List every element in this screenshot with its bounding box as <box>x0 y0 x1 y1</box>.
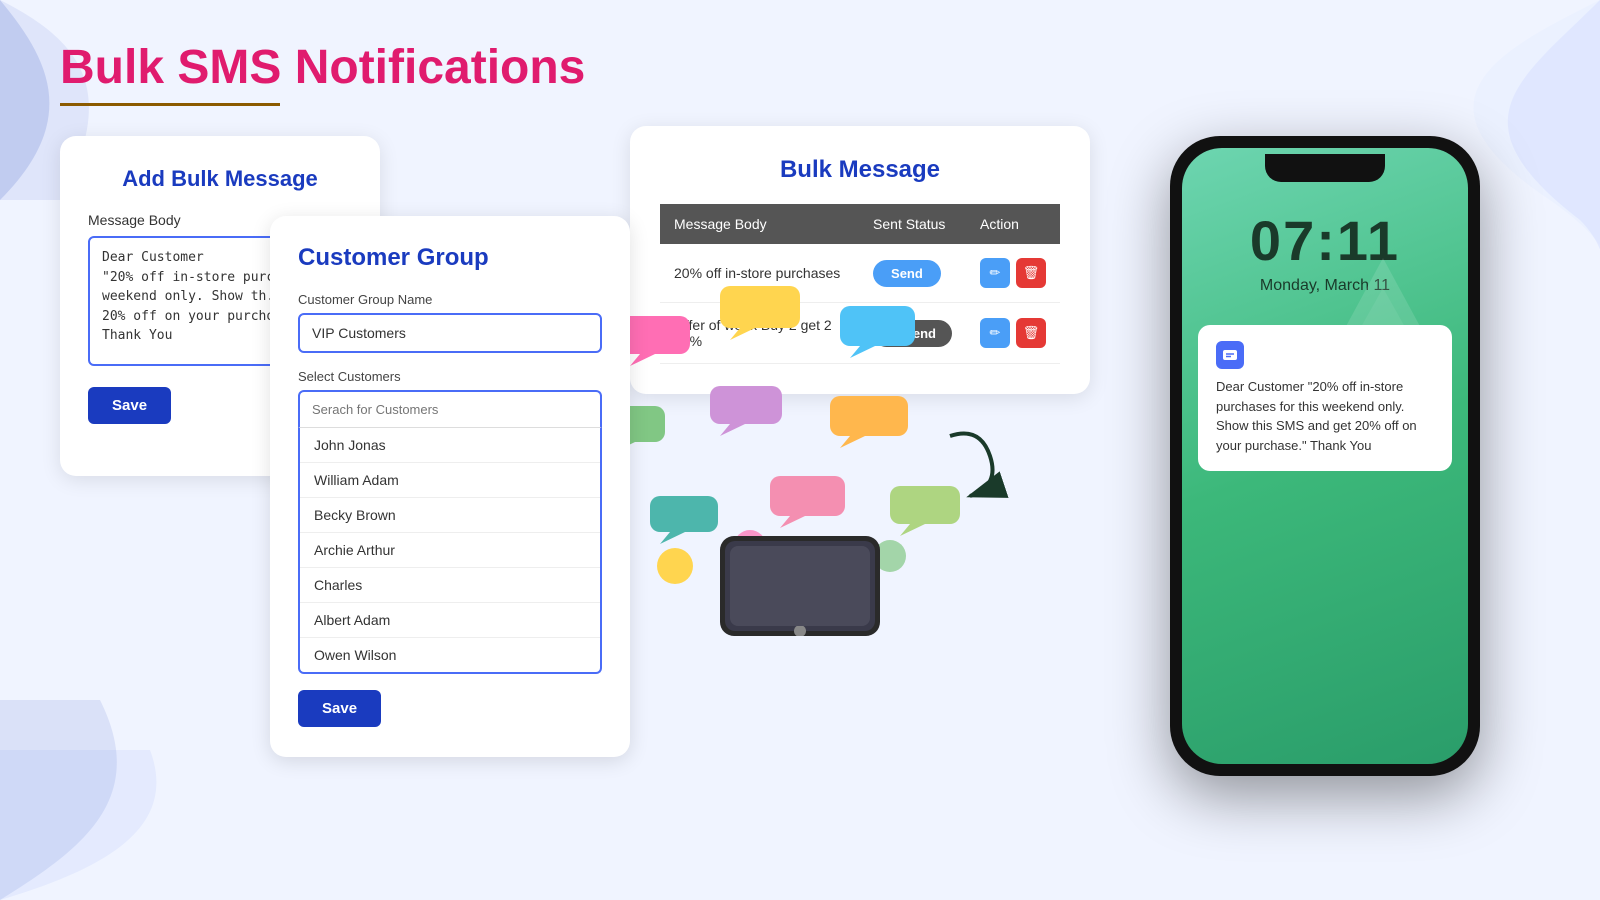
main-row: Add Bulk Message Message Body Dear Custo… <box>60 136 1540 476</box>
add-bulk-save-button[interactable]: Save <box>88 387 171 424</box>
chat-bubbles-svg: 😊 😊 😍 😄 <box>590 256 1010 636</box>
customer-item-7[interactable]: Owen Wilson <box>300 638 600 672</box>
col-message-body: Message Body <box>660 204 859 244</box>
phone-screen: 07:11 Monday, March 11 Dear Customer "20… <box>1182 148 1468 764</box>
title-underline <box>60 103 280 106</box>
customer-item-2[interactable]: William Adam <box>300 463 600 498</box>
delete-button-row2[interactable]: 🗑 <box>1016 318 1046 348</box>
table-header: Message Body Sent Status Action <box>660 204 1060 244</box>
customer-item-3[interactable]: Becky Brown <box>300 498 600 533</box>
sms-notification-bubble: Dear Customer "20% off in-store purchase… <box>1198 325 1452 471</box>
group-name-label: Customer Group Name <box>298 292 602 307</box>
page-title: Bulk SMS Notifications <box>60 40 1540 95</box>
customer-item-5[interactable]: Charles <box>300 568 600 603</box>
customer-item-1[interactable]: John Jonas <box>300 428 600 463</box>
sms-text: Dear Customer "20% off in-store purchase… <box>1216 377 1434 455</box>
phone-notch <box>1265 154 1385 182</box>
customer-group-card: Customer Group Customer Group Name Selec… <box>270 216 630 757</box>
customer-list: John Jonas William Adam Becky Brown Arch… <box>298 427 602 674</box>
group-name-input[interactable] <box>298 313 602 353</box>
delete-button-row1[interactable]: 🗑 <box>1016 258 1046 288</box>
add-bulk-heading: Add Bulk Message <box>88 166 352 192</box>
sms-app-icon <box>1216 341 1244 369</box>
customer-group-save-button[interactable]: Save <box>298 690 381 727</box>
message-icon <box>1222 347 1238 363</box>
customer-item-4[interactable]: Archie Arthur <box>300 533 600 568</box>
col-sent-status: Sent Status <box>859 204 966 244</box>
chat-bubbles-area: 😊 😊 😍 😄 <box>590 256 1010 636</box>
customer-search-input[interactable] <box>298 390 602 427</box>
bulk-message-heading: Bulk Message <box>660 156 1060 184</box>
select-customers-label: Select Customers <box>298 369 602 384</box>
customer-item-6[interactable]: Albert Adam <box>300 603 600 638</box>
phone-mockup-container: 07:11 Monday, March 11 Dear Customer "20… <box>1170 116 1480 776</box>
col-action: Action <box>966 204 1060 244</box>
customer-group-heading: Customer Group <box>298 244 602 272</box>
phone-mockup: 07:11 Monday, March 11 Dear Customer "20… <box>1170 136 1480 776</box>
